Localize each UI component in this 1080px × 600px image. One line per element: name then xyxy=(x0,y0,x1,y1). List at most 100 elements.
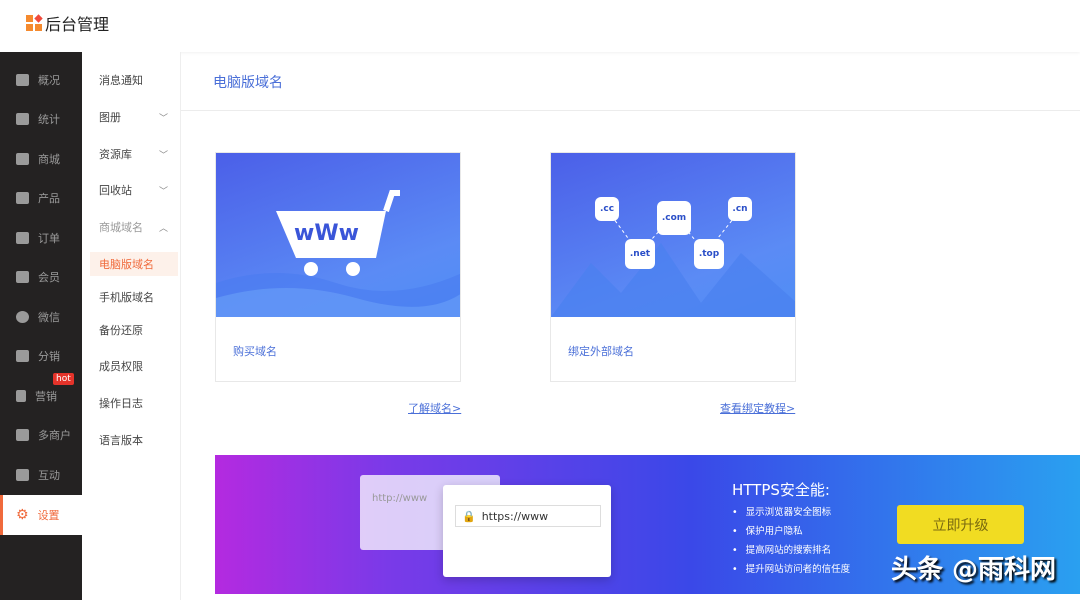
mountains-graphic xyxy=(551,208,795,317)
bind-domain-card[interactable]: .cc .com .cn .net .top 绑定外部域名 xyxy=(550,152,796,382)
submenu-item-logs[interactable]: 操作日志 xyxy=(90,391,178,415)
domains-illustration: .cc .com .cn .net .top xyxy=(551,153,795,317)
sidebar-item-products[interactable]: 产品 xyxy=(0,179,82,217)
sidebar-label: 分销 xyxy=(38,350,60,363)
submenu-item-notifications[interactable]: 消息通知 xyxy=(90,68,178,92)
main-sidebar: 概况 统计 商城 产品 订单 会员 微信 分销 营销 hot 多商户 互动 ⚙ 设置 xyxy=(0,52,82,600)
submenu-item-mobile-domain[interactable]: 手机版域名 xyxy=(90,285,178,309)
submenu-item-gallery[interactable]: 图册 ﹀ xyxy=(90,105,178,129)
top-header: 后台管理 xyxy=(0,0,1080,52)
submenu-item-store-domain[interactable]: 商城域名 ︿ xyxy=(90,215,178,239)
https-url: https://www xyxy=(481,509,549,523)
sidebar-item-settings[interactable]: ⚙ 设置 xyxy=(0,495,82,535)
hot-badge: hot xyxy=(53,373,74,385)
sidebar-item-wechat[interactable]: 微信 xyxy=(0,298,82,336)
submenu-label: 商城域名 xyxy=(99,221,143,234)
divider xyxy=(181,110,1080,111)
submenu-item-recycle[interactable]: 回收站 ﹀ xyxy=(90,178,178,202)
upgrade-button[interactable]: 立即升级 xyxy=(897,505,1024,544)
banner-title: HTTPS安全能: xyxy=(732,481,830,499)
users-icon xyxy=(16,350,29,362)
submenu-item-backup[interactable]: 备份还原 xyxy=(90,318,178,342)
https-url-bar: 🔒 https://www xyxy=(455,505,601,527)
sidebar-item-stats[interactable]: 统计 xyxy=(0,100,82,138)
sidebar-item-orders[interactable]: 订单 xyxy=(0,219,82,257)
grid-icon xyxy=(16,192,29,204)
bind-tutorial-link[interactable]: 查看绑定教程> xyxy=(720,400,795,416)
sidebar-label: 概况 xyxy=(38,74,60,87)
learn-domain-link[interactable]: 了解域名> xyxy=(408,400,461,416)
domain-top: .top xyxy=(694,239,724,269)
bind-domain-label: 绑定外部域名 xyxy=(568,345,634,358)
feature-item: 显示浏览器安全图标 xyxy=(732,503,850,522)
browser-window-https: 🔒 https://www xyxy=(443,485,611,577)
submenu-label: 图册 xyxy=(99,111,121,124)
sidebar-label: 商城 xyxy=(38,153,60,166)
submenu-label: 成员权限 xyxy=(99,360,143,373)
chevron-down-icon: ﹀ xyxy=(158,150,168,161)
sub-sidebar: 消息通知 图册 ﹀ 资源库 ﹀ 回收站 ﹀ 商城域名 ︿ 电脑版域名 手机版域名 备份还… xyxy=(82,52,181,600)
sidebar-item-members[interactable]: 会员 xyxy=(0,258,82,296)
feature-item: 保护用户隐私 xyxy=(732,522,850,541)
domain-net: .net xyxy=(625,239,655,269)
sidebar-label: 多商户 xyxy=(38,429,71,442)
chart-icon xyxy=(16,113,29,125)
chevron-down-icon: ﹀ xyxy=(158,113,168,124)
sidebar-label: 统计 xyxy=(38,113,60,126)
watermark: 头条 @雨科网 xyxy=(891,555,1057,585)
sidebar-label: 互动 xyxy=(38,469,60,482)
shop-icon xyxy=(16,429,29,441)
clipboard-icon xyxy=(16,232,29,244)
flag-icon xyxy=(16,390,26,402)
sidebar-label: 设置 xyxy=(37,509,60,522)
submenu-item-language[interactable]: 语言版本 xyxy=(90,428,178,452)
layers-icon xyxy=(16,74,29,86)
http-url: http://www xyxy=(372,493,428,504)
logo[interactable]: 后台管理 xyxy=(26,11,109,35)
www-text: wWw xyxy=(294,221,359,246)
submenu-item-permissions[interactable]: 成员权限 xyxy=(90,354,178,378)
submenu-label: 电脑版域名 xyxy=(99,258,154,271)
buy-domain-label: 购买域名 xyxy=(233,345,277,358)
submenu-label: 回收站 xyxy=(99,184,132,197)
crown-icon xyxy=(16,271,29,283)
submenu-label: 手机版域名 xyxy=(99,291,154,304)
buy-domain-card[interactable]: wWw 购买域名 xyxy=(215,152,461,382)
store-icon xyxy=(16,153,29,165)
submenu-item-resources[interactable]: 资源库 ﹀ xyxy=(90,142,178,166)
domain-cc: .cc xyxy=(595,197,619,221)
sidebar-item-interaction[interactable]: 互动 xyxy=(0,456,82,494)
feature-item: 提升网站访问者的信任度 xyxy=(732,560,851,579)
sidebar-label: 会员 xyxy=(38,271,60,284)
submenu-label: 操作日志 xyxy=(99,397,143,410)
chevron-up-icon: ︿ xyxy=(158,223,168,234)
submenu-label: 消息通知 xyxy=(99,74,143,87)
submenu-label: 备份还原 xyxy=(99,324,143,337)
sidebar-item-store[interactable]: 商城 xyxy=(0,140,82,178)
wechat-icon xyxy=(16,311,29,323)
sidebar-label: 订单 xyxy=(38,232,60,245)
domain-cn: .cn xyxy=(728,197,752,221)
feature-list: 显示浏览器安全图标 保护用户隐私 提高网站的搜索排名 提升网站访问者的信任度 xyxy=(732,503,851,579)
logo-icon xyxy=(26,14,43,31)
page-title: 电脑版域名 xyxy=(213,75,283,91)
sidebar-item-marketing[interactable]: 营销 hot xyxy=(0,373,82,415)
sidebar-label: 产品 xyxy=(38,192,60,205)
submenu-label: 语言版本 xyxy=(99,434,143,447)
lock-icon: 🔒 xyxy=(462,509,476,523)
cart-illustration: wWw xyxy=(216,153,460,317)
sidebar-item-multi-merchant[interactable]: 多商户 xyxy=(0,416,82,454)
chevron-down-icon: ﹀ xyxy=(158,186,168,197)
sidebar-item-distribution[interactable]: 分销 xyxy=(0,337,82,375)
apps-icon xyxy=(16,469,29,481)
sidebar-item-overview[interactable]: 概况 xyxy=(0,61,82,99)
submenu-label: 资源库 xyxy=(99,148,132,161)
sidebar-label: 营销 xyxy=(35,390,57,403)
https-banner: http://www 🔒 https://www HTTPS安全能: 显示浏览器安… xyxy=(215,455,1080,594)
submenu-item-pc-domain[interactable]: 电脑版域名 xyxy=(90,252,178,276)
domain-com: .com xyxy=(657,201,691,235)
feature-item: 提高网站的搜索排名 xyxy=(732,541,850,560)
app-title: 后台管理 xyxy=(45,15,110,34)
gear-icon: ⚙ xyxy=(16,507,29,523)
sidebar-label: 微信 xyxy=(38,311,60,324)
